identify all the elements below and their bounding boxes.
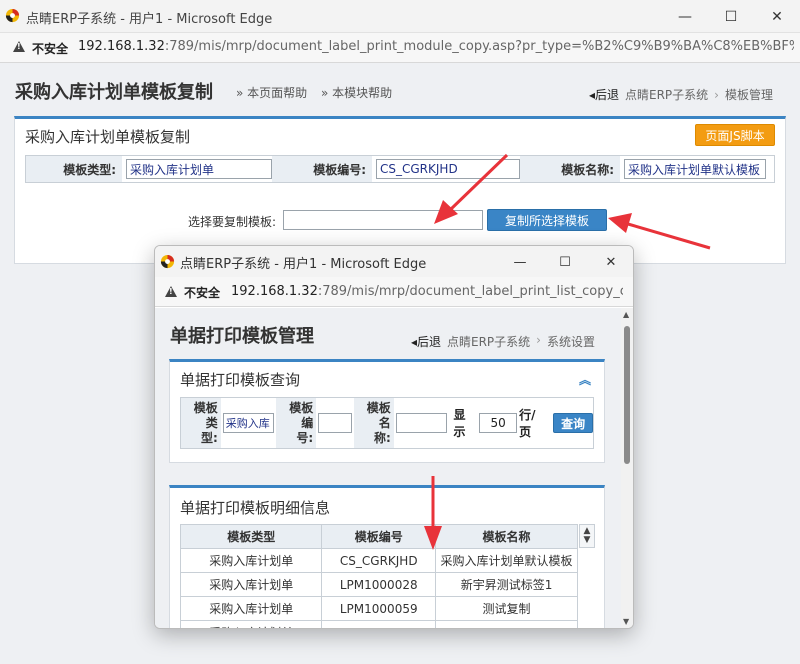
template-code-label: 模板编号: xyxy=(272,156,372,182)
template-type-field[interactable]: 采购入库计划单 xyxy=(126,159,272,179)
popup-page: 单据打印模板管理 ◂后退 点睛ERP子系统 › 系统设置 单据打印模板查询 ︽ … xyxy=(155,308,621,628)
minimize-button[interactable]: — xyxy=(662,4,708,30)
column-header-code[interactable]: 模板编号 xyxy=(321,524,437,549)
template-name-label: 模板名称: xyxy=(520,156,620,182)
popup-maximize-button[interactable]: ☐ xyxy=(545,249,585,275)
copy-template-label: 选择要复制模板: xyxy=(188,215,277,229)
cell-name: 新宇昇测试标签1 xyxy=(435,572,578,597)
back-link[interactable]: ◂后退 xyxy=(589,86,619,103)
table-row[interactable]: 采购入库计划单 LPM1000028 新宇昇测试标签1 xyxy=(179,572,578,597)
popup-breadcrumb-section[interactable]: 系统设置 xyxy=(547,333,595,350)
detail-panel: 单据打印模板明细信息 模板类型 模板编号 模板名称 采购入库计划单 CS_CGR… xyxy=(169,485,605,628)
cell-code: LPM1000075 xyxy=(321,620,437,628)
query-name-label: 模板名称: xyxy=(354,398,394,448)
query-type-label: 模板类型: xyxy=(181,398,221,448)
address-bar[interactable]: 不安全 192.168.1.32:789/mis/mrp/document_la… xyxy=(0,33,800,63)
popup-close-button[interactable]: ✕ xyxy=(591,249,631,275)
query-panel-title: 单据打印模板查询 xyxy=(180,371,301,389)
maximize-button[interactable]: ☐ xyxy=(708,4,754,30)
table-row[interactable]: 采购入库计划单 LPM1000075 xyxy=(179,620,578,628)
cell-code: CS_CGRKJHD xyxy=(321,548,437,573)
popup-back-link[interactable]: ◂后退 xyxy=(411,333,441,350)
page-help-link[interactable]: » 本页面帮助 xyxy=(236,86,307,100)
cell-name xyxy=(435,620,578,628)
popup-breadcrumb: ◂后退 点睛ERP子系统 › 系统设置 xyxy=(411,333,595,350)
warning-icon xyxy=(165,286,177,297)
query-form: 模板类型: 采购入库 模板编号: 模板名称: 显示 50 行/页 查询 xyxy=(180,397,594,449)
copy-panel: 采购入库计划单模板复制 页面JS脚本 模板类型: 采购入库计划单 模板编号: C… xyxy=(14,116,786,264)
cell-code: LPM1000059 xyxy=(321,596,437,621)
column-header-name[interactable]: 模板名称 xyxy=(435,524,578,549)
close-button[interactable]: ✕ xyxy=(754,4,800,30)
chevron-right-icon: › xyxy=(714,87,719,102)
query-code-input[interactable] xyxy=(318,413,353,433)
popup-url-text[interactable]: 192.168.1.32:789/mis/mrp/document_label_… xyxy=(231,284,623,299)
popup-security-indicator[interactable]: 不安全 xyxy=(184,284,220,301)
popup-title: 点睛ERP子系统 - 用户1 - Microsoft Edge xyxy=(180,257,427,272)
warning-icon xyxy=(13,41,25,52)
breadcrumb-system[interactable]: 点睛ERP子系统 xyxy=(625,86,708,103)
cell-name: 测试复制 xyxy=(435,596,578,621)
cell-type: 采购入库计划单 xyxy=(179,548,323,573)
popup-window: 点睛ERP子系统 - 用户1 - Microsoft Edge — ☐ ✕ 不安… xyxy=(154,245,634,629)
cell-type: 采购入库计划单 xyxy=(179,572,323,597)
popup-breadcrumb-system[interactable]: 点睛ERP子系统 xyxy=(447,333,530,350)
cell-type: 采购入库计划单 xyxy=(179,620,323,628)
app-logo-icon xyxy=(5,8,20,23)
template-code-field[interactable]: CS_CGRKJHD xyxy=(376,159,520,179)
cell-type: 采购入库计划单 xyxy=(179,596,323,621)
per-page-label: 行/页 xyxy=(519,408,536,439)
help-links: » 本页面帮助 » 本模块帮助 xyxy=(236,84,402,101)
scrollbar-thumb[interactable] xyxy=(624,326,630,464)
table-row[interactable]: 采购入库计划单 LPM1000059 测试复制 xyxy=(179,596,578,621)
collapse-icon[interactable]: ︽ xyxy=(579,371,591,388)
app-logo-icon xyxy=(160,254,175,269)
query-code-label: 模板编号: xyxy=(276,398,317,448)
show-label: 显示 xyxy=(453,408,466,439)
template-table: 模板类型 模板编号 模板名称 采购入库计划单 CS_CGRKJHD 采购入库计划… xyxy=(179,524,578,628)
page-size-input[interactable]: 50 xyxy=(479,413,518,433)
breadcrumb-section[interactable]: 模板管理 xyxy=(725,86,773,103)
column-header-type[interactable]: 模板类型 xyxy=(179,524,323,549)
search-button[interactable]: 查询 xyxy=(553,413,593,433)
template-info-row: 模板类型: 采购入库计划单 模板编号: CS_CGRKJHD 模板名称: 采购入… xyxy=(25,155,775,183)
panel-title: 采购入库计划单模板复制 xyxy=(25,128,191,146)
template-name-field[interactable]: 采购入库计划单默认模板 xyxy=(624,159,766,179)
module-help-link[interactable]: » 本模块帮助 xyxy=(321,86,392,100)
cell-name: 采购入库计划单默认模板 xyxy=(435,548,578,573)
copy-selected-button[interactable]: 复制所选择模板 xyxy=(487,209,607,231)
window-title: 点睛ERP子系统 - 用户1 - Microsoft Edge xyxy=(26,12,273,27)
popup-minimize-button[interactable]: — xyxy=(500,249,540,275)
table-row[interactable]: 采购入库计划单 CS_CGRKJHD 采购入库计划单默认模板 xyxy=(179,548,578,573)
cell-code: LPM1000028 xyxy=(321,572,437,597)
security-indicator[interactable]: 不安全 xyxy=(32,40,68,57)
query-name-input[interactable] xyxy=(395,413,448,433)
query-panel: 单据打印模板查询 ︽ 模板类型: 采购入库 模板编号: 模板名称: 显示 50 xyxy=(169,359,605,463)
page-js-button[interactable]: 页面JS脚本 xyxy=(695,124,775,146)
table-scroll-icon[interactable]: ▲ ▼ xyxy=(579,524,595,548)
detail-panel-title: 单据打印模板明细信息 xyxy=(180,499,331,517)
main-window-titlebar: 点睛ERP子系统 - 用户1 - Microsoft Edge — ☐ ✕ xyxy=(0,0,800,33)
popup-titlebar: 点睛ERP子系统 - 用户1 - Microsoft Edge — ☐ ✕ xyxy=(155,246,633,277)
template-type-label: 模板类型: xyxy=(26,156,122,182)
chevron-right-icon: › xyxy=(536,333,541,347)
scroll-up-icon[interactable]: ▲ xyxy=(623,310,629,319)
url-text[interactable]: 192.168.1.32:789/mis/mrp/document_label_… xyxy=(78,39,794,54)
page-title: 采购入库计划单模板复制 xyxy=(15,82,213,103)
page-size-group: 显示 50 行/页 查询 xyxy=(449,398,593,448)
popup-address-bar[interactable]: 不安全 192.168.1.32:789/mis/mrp/document_la… xyxy=(155,277,633,307)
copy-select-row: 选择要复制模板: 复制所选择模板 xyxy=(15,208,787,232)
breadcrumb: ◂后退 点睛ERP子系统 › 模板管理 xyxy=(589,86,773,103)
popup-scrollbar[interactable]: ▲ ▼ xyxy=(621,308,633,628)
copy-template-input[interactable] xyxy=(283,210,483,230)
query-type-input[interactable]: 采购入库 xyxy=(222,413,275,433)
scroll-down-icon[interactable]: ▼ xyxy=(623,617,629,626)
popup-page-title: 单据打印模板管理 xyxy=(170,326,314,347)
